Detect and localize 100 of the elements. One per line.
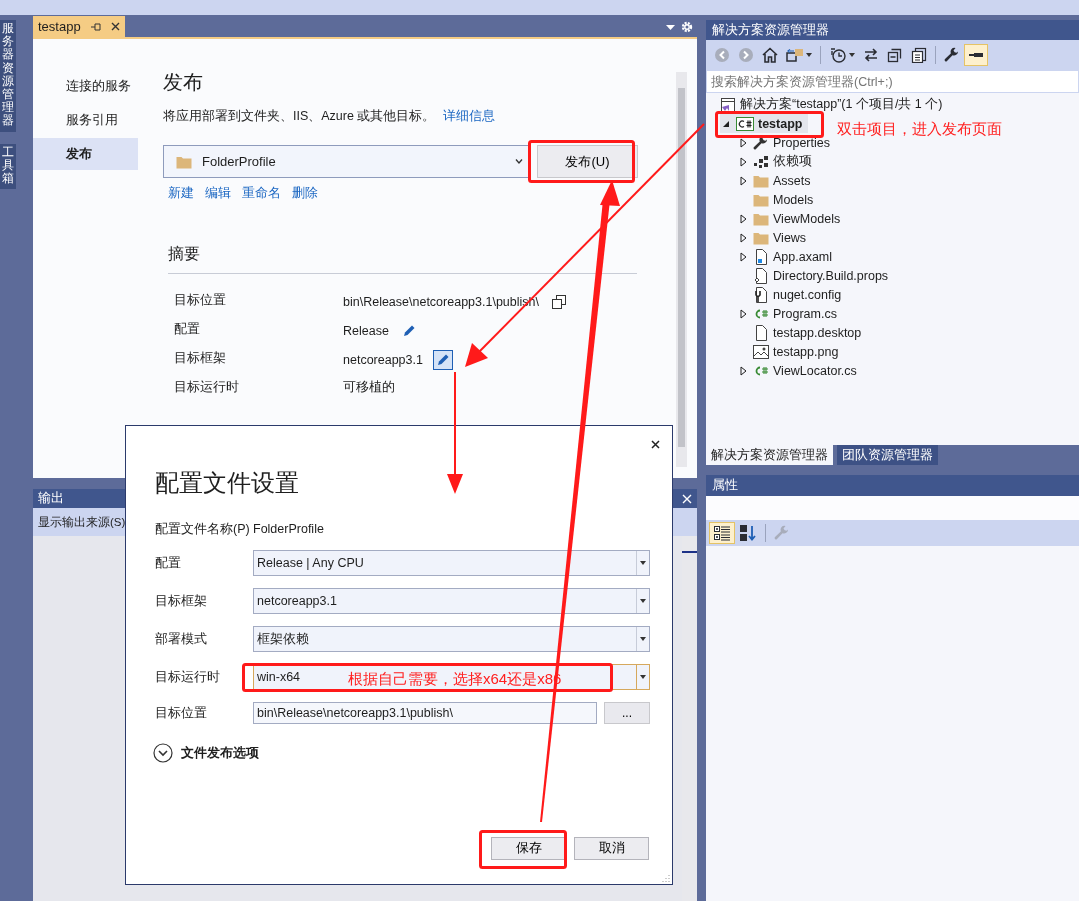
scrollbar[interactable] [676,72,687,467]
caret-icon [640,637,646,641]
expanded-arrow-icon[interactable] [722,119,730,128]
sort-icon [739,524,757,542]
side-tab[interactable]: 服务器资源管理器 [0,20,16,132]
collapsed-arrow-icon[interactable] [739,213,747,224]
field-label: 目标运行时 [155,668,221,686]
caret-icon [640,561,646,565]
page-heading: 发布 [163,70,204,95]
dialog-button[interactable]: 取消 [574,837,649,860]
tree-item[interactable]: testapp.desktop [737,323,868,342]
side-tab[interactable]: 工具箱 [0,143,16,190]
collapsed-arrow-icon[interactable] [739,251,747,262]
dialog-title: 配置文件设置 [155,468,300,498]
switch-views-icon [786,47,804,63]
close-icon[interactable] [651,440,660,449]
publish-button[interactable]: 发布(U) [537,145,638,178]
categorized-icon [713,524,731,542]
pencil-icon [401,324,416,338]
dropdown-icon[interactable] [666,24,675,30]
clock-icon [829,47,847,63]
summary-value: Release [343,324,389,338]
collapsed-arrow-icon[interactable] [739,308,747,319]
tree-item[interactable]: testapp [720,114,809,133]
collapsed-arrow-icon[interactable] [739,232,747,243]
search-field[interactable]: 搜索解决方案资源管理器(Ctrl+;) [706,70,1079,93]
tree-item[interactable]: Properties [737,133,836,152]
caret-icon [849,53,855,57]
pin-icon[interactable] [90,22,101,31]
browse-button[interactable]: ... [604,702,650,724]
wrench-icon [944,47,960,63]
tree-item[interactable]: 依赖项 [737,152,818,171]
pages-icon [911,47,927,63]
collapsed-arrow-icon[interactable] [739,365,747,376]
details-link[interactable]: 详细信息 [443,108,496,125]
tree-item[interactable]: ViewModels [737,209,847,228]
panel-title: 解决方案资源管理器 [712,21,829,39]
settings-icon[interactable] [681,21,693,33]
field-label: 部署模式 [155,630,208,648]
collapsed-arrow-icon[interactable] [739,156,747,167]
collapsed-arrow-icon[interactable] [739,137,747,148]
panel-tab[interactable]: 团队资源管理器 [837,445,938,465]
action-link[interactable]: 新建 [168,184,194,202]
panel-title: 输出 [38,490,64,507]
caret-icon [640,675,646,679]
project-icon [736,116,754,131]
dropdown-field[interactable]: 框架依赖 [253,626,650,652]
tree-item[interactable]: Program.cs [737,304,843,323]
output-source-label: 显示输出来源(S) [38,514,126,530]
tree-item[interactable]: Views [737,228,813,247]
folder-icon [753,230,769,245]
back-icon [714,47,730,63]
tree-item[interactable]: testapp.png [737,342,845,361]
solution-icon [720,96,736,113]
path-field[interactable]: bin\Release\netcoreapp3.1\publish\ [253,702,597,724]
profile-dropdown[interactable]: FolderProfile [163,145,530,178]
edit-button[interactable] [432,350,453,370]
tree-item[interactable]: nuget.config [737,285,848,304]
collapse-all-icon [887,47,903,63]
file-icon [753,324,769,341]
folder-icon [753,192,769,207]
action-link[interactable]: 重命名 [242,184,281,202]
close-icon[interactable] [110,22,120,31]
pencil-icon [435,353,450,367]
categorized-button[interactable] [709,522,735,544]
expander[interactable]: 文件发布选项 [153,743,672,763]
field-label: 目标框架 [155,592,208,610]
dropdown-field[interactable]: netcoreapp3.1 [253,588,650,614]
summary-value: 可移植的 [343,379,395,396]
tree-item[interactable]: ViewLocator.cs [737,361,863,380]
summary-label: 目标运行时 [174,379,240,396]
tree-item[interactable]: Assets [737,171,817,190]
copy-button[interactable] [549,292,569,312]
wrench-icon [774,525,790,541]
action-link[interactable]: 编辑 [205,184,231,202]
home-icon [762,47,778,63]
forward-icon [738,47,754,63]
tree-item[interactable]: 解决方案“testapp”(1 个项目/共 1 个) [720,95,949,114]
panel-title: 属性 [712,477,738,494]
dialog-button[interactable]: 保存 [491,837,566,860]
tree-item[interactable]: App.axaml [737,247,839,266]
nav-item[interactable]: 服务引用 [33,104,138,136]
summary-label: 目标框架 [174,350,227,367]
dropdown-field[interactable]: Release | Any CPU [253,550,650,576]
config-file-icon [753,286,769,303]
preview-button[interactable] [964,44,988,66]
nav-item[interactable]: 连接的服务 [33,70,138,102]
nav-item[interactable]: 发布 [33,138,138,170]
summary-value: netcoreapp3.1 [343,353,423,367]
tree-item[interactable]: Directory.Build.props [737,266,895,285]
image-file-icon [753,343,769,360]
field-label: 目标位置 [155,704,208,722]
panel-tab[interactable]: 解决方案资源管理器 [706,445,833,465]
document-tab[interactable]: testapp [33,16,125,37]
tree-item[interactable]: Models [737,190,820,209]
resize-grip-icon[interactable] [662,874,670,882]
dependencies-icon [753,153,769,170]
file-icon [753,248,769,265]
collapsed-arrow-icon[interactable] [739,175,747,186]
action-link[interactable]: 删除 [292,184,318,202]
